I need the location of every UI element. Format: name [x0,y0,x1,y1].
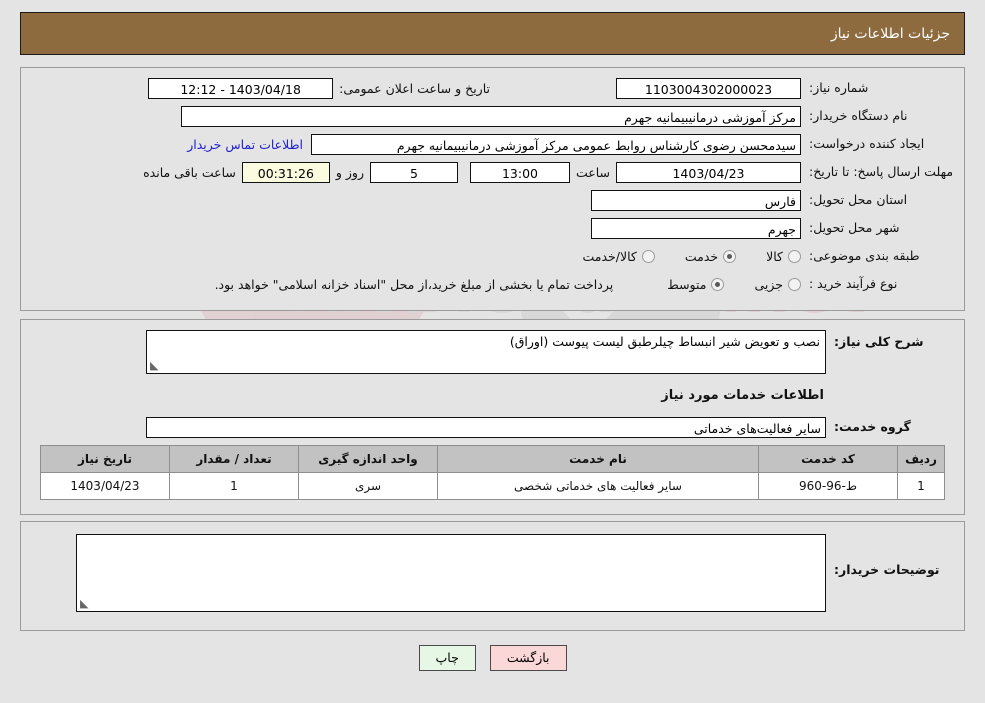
province-field[interactable]: فارس [591,189,801,211]
page-header: جزئیات اطلاعات نیاز [20,12,965,55]
page-title: جزئیات اطلاعات نیاز [830,25,950,42]
category-option-kala[interactable]: کالا [766,249,801,264]
buyer-notes-textarea[interactable]: ◢ [76,534,826,612]
creator-field[interactable]: سیدمحسن رضوی کارشناس روابط عمومی مرکز آم… [311,133,801,155]
remaining-time-field[interactable]: 00:31:26 [241,161,330,183]
row-general-desc: شرح کلی نیاز: نصب و تعویض شیر انبساط چیل… [31,330,954,374]
resize-grip-icon[interactable]: ◢ [150,359,160,372]
buyer-contact-link[interactable]: اطلاعات تماس خریدار [179,137,311,152]
table-row: 1 ط-96-960 سایر فعالیت های خدماتی شخصی س… [40,472,945,500]
cell-index: 1 [897,472,945,500]
col-quantity: تعداد / مقدار [169,445,299,473]
category-option-kala-khedmat[interactable]: کالا/خدمت [582,248,655,264]
category-radio-group: کالا خدمت کالا/خدمت [556,249,801,264]
radio-icon[interactable] [788,277,801,291]
process-radio-group: جزیی متوسط [641,277,801,292]
buyer-org-field[interactable]: مرکز آموزشی درمانیبیمانیه جهرم [181,105,801,127]
cell-name: سایر فعالیت های خدماتی شخصی [437,472,759,500]
buyer-notes-panel: توضیحات خریدار: ◢ [20,521,965,631]
general-desc-label: شرح کلی نیاز: [834,334,924,349]
general-desc-textarea[interactable]: نصب و تعویض شیر انبساط چیلرطبق لیست پیوس… [146,330,826,374]
process-option-motavaset[interactable]: متوسط [667,276,725,292]
remaining-time-label: ساعت باقی مانده [143,164,236,180]
deadline-label: مهلت ارسال پاسخ: تا تاریخ: [809,164,954,180]
back-button[interactable]: بازگشت [489,645,567,671]
cell-need-date: 1403/04/23 [40,472,170,500]
services-table: ردیف کد خدمت نام خدمت واحد اندازه گیری ت… [40,445,945,500]
col-unit: واحد اندازه گیری [298,445,438,473]
need-info-panel: شماره نیاز: 1103004302000023 تاریخ و ساع… [20,67,965,311]
need-number-field[interactable]: 1103004302000023 [616,77,801,99]
row-need-number: شماره نیاز: 1103004302000023 تاریخ و ساع… [31,76,954,100]
service-group-field[interactable]: سایر فعالیت‌های خدماتی [146,416,826,438]
need-number-label: شماره نیاز: [809,80,869,96]
cell-code: ط-96-960 [758,472,898,500]
general-desc-text: نصب و تعویض شیر انبساط چیلرطبق لیست پیوس… [509,334,820,349]
col-need-date: تاریخ نیاز [40,445,170,473]
row-category: طبقه بندی موضوعی: کالا خدمت کالا/خدمت [31,244,954,268]
deadline-date-field[interactable]: 1403/04/23 [616,161,801,183]
row-buyer-notes: توضیحات خریدار: ◢ [31,534,954,612]
category-option-label: کالا/خدمت [582,248,637,264]
category-option-label: کالا [766,248,783,264]
payment-note: پرداخت تمام یا بخشی از مبلغ خرید،از محل … [214,276,614,292]
city-field[interactable]: جهرم [591,217,801,239]
row-creator: ایجاد کننده درخواست: سیدمحسن رضوی کارشنا… [31,132,954,156]
radio-icon[interactable] [711,277,725,291]
creator-label: ایجاد کننده درخواست: [809,136,925,152]
remaining-days-field[interactable]: 5 [369,161,458,183]
radio-icon[interactable] [641,249,655,263]
col-name: نام خدمت [437,445,759,473]
process-option-jozei[interactable]: جزیی [754,277,801,292]
deadline-time-field[interactable]: 13:00 [469,161,570,183]
services-section-title: اطلاعات خدمات مورد نیاز [661,388,824,403]
remaining-days-label: روز و [335,164,364,180]
row-buyer-org: نام دستگاه خریدار: مرکز آموزشی درمانیبیم… [31,104,954,128]
announce-datetime-field[interactable]: 1403/04/18 - 12:12 [148,77,334,99]
radio-icon[interactable] [723,249,737,263]
process-option-label: متوسط [667,276,707,292]
announce-datetime-label: تاریخ و ساعت اعلان عمومی: [339,80,490,96]
deadline-time-label: ساعت [575,164,610,180]
row-deadline: مهلت ارسال پاسخ: تا تاریخ: 1403/04/23 سا… [31,160,954,184]
process-label: نوع فرآیند خرید : [809,276,898,292]
service-group-label: گروه خدمت: [834,419,911,435]
province-label: استان محل تحویل: [809,192,908,208]
row-process-type: نوع فرآیند خرید : جزیی متوسط پرداخت تمام… [31,272,954,296]
row-city: شهر محل تحویل: جهرم [31,216,954,240]
resize-grip-icon[interactable]: ◢ [80,597,90,610]
category-label: طبقه بندی موضوعی: [809,248,920,264]
row-service-group: گروه خدمت: سایر فعالیت‌های خدماتی [31,415,954,439]
cell-quantity: 1 [169,472,299,500]
row-province: استان محل تحویل: فارس [31,188,954,212]
buyer-notes-label: توضیحات خریدار: [834,562,940,577]
cell-unit: سری [298,472,438,500]
col-code: کد خدمت [758,445,898,473]
table-header-row: ردیف کد خدمت نام خدمت واحد اندازه گیری ت… [40,445,945,473]
process-option-label: جزیی [754,276,783,292]
print-button[interactable]: چاپ [418,645,476,671]
city-label: شهر محل تحویل: [809,220,900,236]
category-option-label: خدمت [684,248,719,264]
category-option-khedmat[interactable]: خدمت [684,248,737,264]
radio-icon[interactable] [788,249,801,263]
col-index: ردیف [897,445,945,473]
services-panel: شرح کلی نیاز: نصب و تعویض شیر انبساط چیل… [20,319,965,515]
buyer-org-label: نام دستگاه خریدار: [809,108,908,124]
action-button-bar: بازگشت چاپ [0,645,985,671]
